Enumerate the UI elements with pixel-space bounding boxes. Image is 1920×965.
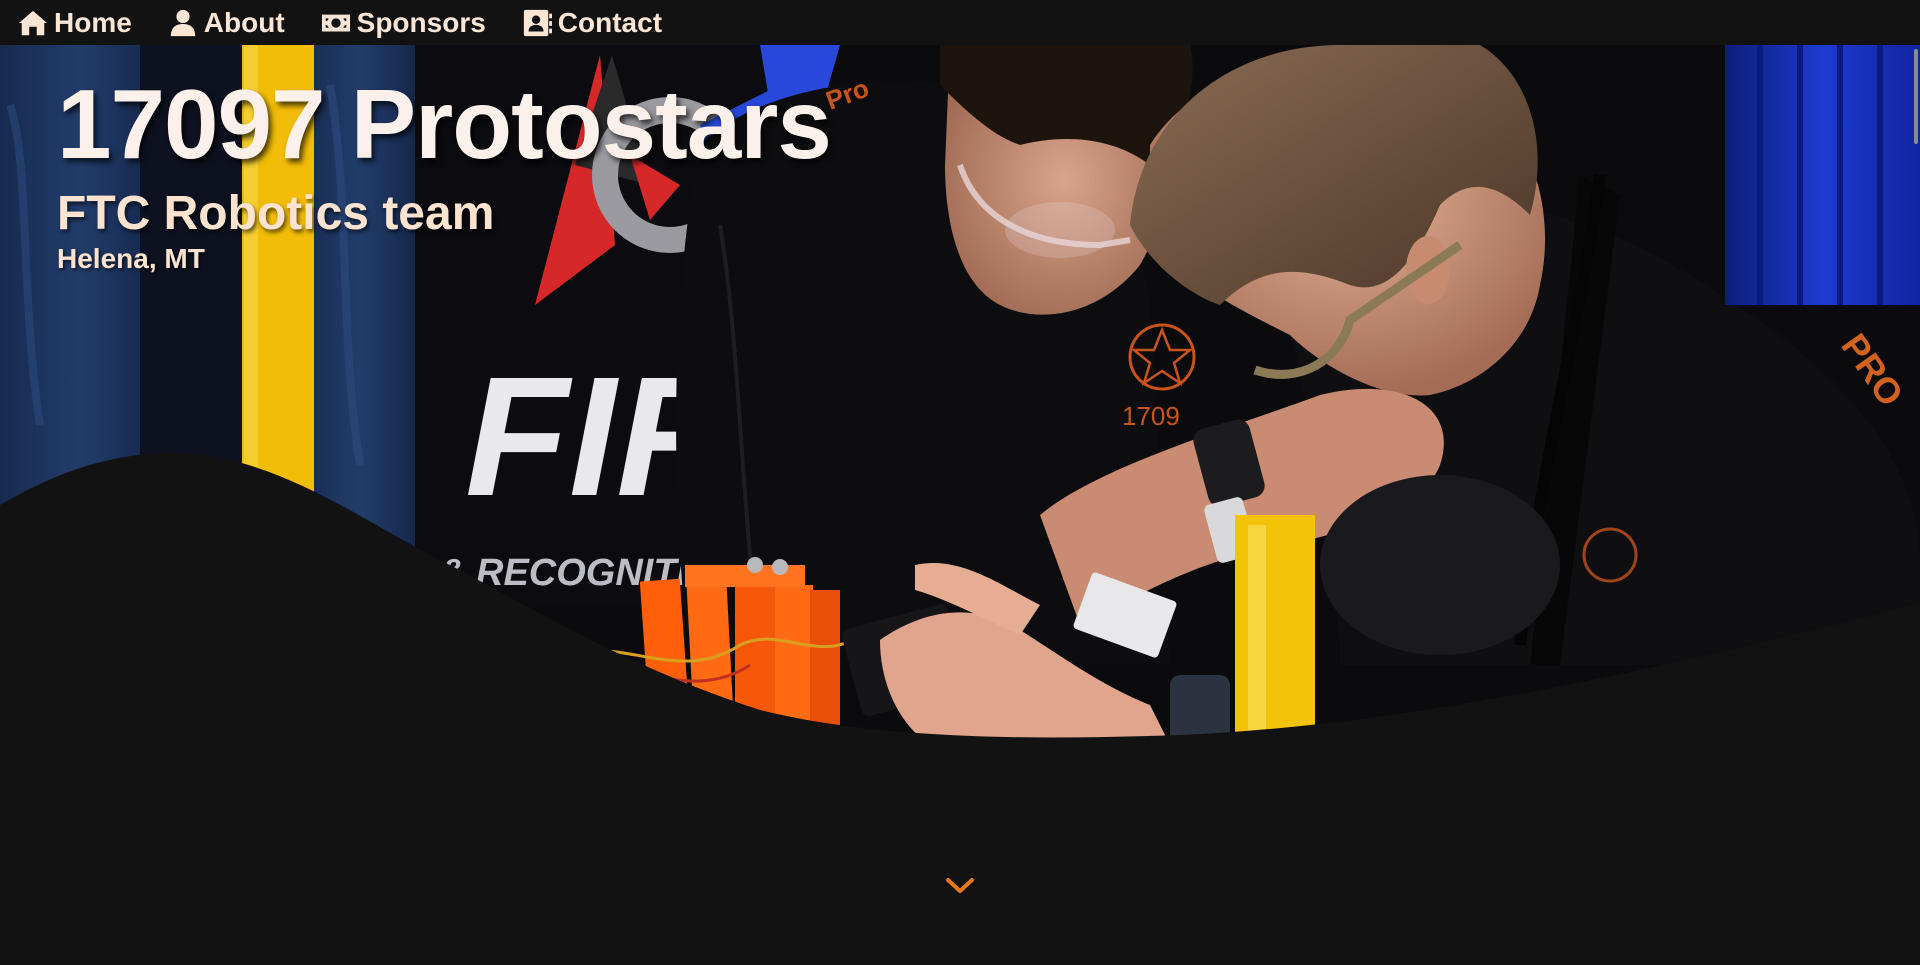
- scroll-down-button[interactable]: [943, 872, 977, 898]
- nav-about-label: About: [203, 6, 285, 38]
- nav-sponsors-label: Sponsors: [356, 6, 486, 38]
- top-nav: Home About Sponsors Contact: [0, 0, 1920, 45]
- money-icon: [321, 14, 350, 31]
- nav-about-link[interactable]: About: [168, 7, 285, 39]
- home-icon: [18, 10, 48, 35]
- hero-section: FIR N & RECOGNITI 1709 Pro PRO 17097 Pro…: [0, 45, 1920, 745]
- svg-text:1709: 1709: [1122, 401, 1180, 431]
- nav-contact-label: Contact: [557, 6, 663, 38]
- team-location: Helena, MT: [57, 243, 205, 275]
- nav-home-link[interactable]: Home: [18, 7, 132, 39]
- nav-home-label: Home: [54, 6, 132, 38]
- page-title: 17097 Protostars: [57, 69, 832, 179]
- nav-contact-link[interactable]: Contact: [522, 7, 662, 39]
- hero-text: 17097 Protostars FTC Robotics team Helen…: [57, 69, 832, 275]
- page-subtitle: FTC Robotics team: [57, 187, 495, 240]
- chevron-down-icon: [946, 878, 974, 893]
- nav-sponsors-link[interactable]: Sponsors: [321, 7, 486, 39]
- page-scrollbar[interactable]: [1912, 45, 1920, 965]
- user-icon: [170, 9, 195, 36]
- scrollbar-thumb[interactable]: [1914, 49, 1918, 144]
- contact-card-icon: [523, 9, 552, 36]
